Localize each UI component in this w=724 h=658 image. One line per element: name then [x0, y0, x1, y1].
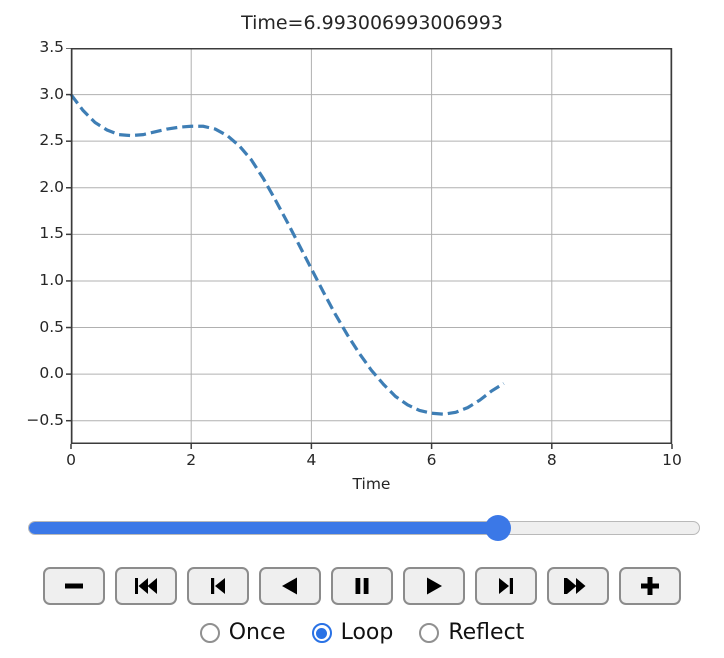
radio-option-label: Once — [228, 620, 286, 645]
skip-to-start-icon — [135, 578, 157, 594]
playback-mode-radio-group: Once Loop Reflect — [0, 615, 724, 651]
radio-option-label: Reflect — [448, 620, 525, 645]
radio-button-icon[interactable] — [419, 623, 440, 643]
y-tick-label: 1.0 — [39, 270, 64, 289]
axes-canvas — [66, 48, 673, 449]
radio-option-loop[interactable]: Loop — [311, 620, 394, 645]
radio-button-icon[interactable] — [199, 623, 220, 643]
skip-to-end-icon — [564, 578, 586, 594]
play-backward-icon — [282, 577, 297, 595]
play-backward-button[interactable] — [259, 567, 321, 605]
y-tick-label: 0.0 — [39, 364, 64, 383]
x-axis-label: Time — [352, 475, 391, 493]
matplotlib-figure: Time=6.993006993006993 −0.5 0.0 0.5 1.0 1.5 2… — [0, 0, 724, 500]
y-tick-label: 2.0 — [39, 177, 64, 196]
increase-button[interactable] — [619, 567, 681, 605]
fast-forward-button[interactable] — [547, 567, 609, 605]
pause-icon — [355, 578, 369, 594]
decrease-button[interactable] — [43, 567, 105, 605]
minus-icon — [65, 583, 83, 589]
radio-option-reflect[interactable]: Reflect — [419, 622, 524, 644]
plus-icon — [641, 577, 659, 595]
x-tick-label: 8 — [546, 451, 557, 469]
step-back-button[interactable] — [187, 567, 249, 605]
play-forward-button[interactable] — [403, 567, 465, 605]
x-tick-label: 4 — [306, 451, 317, 469]
step-forward-icon — [499, 578, 513, 594]
animation-controls — [0, 565, 724, 607]
rewind-start-button[interactable] — [115, 567, 177, 605]
step-forward-button[interactable] — [475, 567, 537, 605]
y-tick-label: 3.0 — [39, 84, 64, 103]
time-slider-thumb[interactable] — [484, 515, 511, 541]
y-tick-label: 2.5 — [39, 131, 64, 150]
y-tick-label: 0.5 — [39, 317, 64, 336]
pause-button[interactable] — [331, 567, 393, 605]
time-slider-fill — [29, 522, 498, 534]
time-slider-track[interactable] — [28, 521, 700, 535]
radio-button-icon[interactable] — [311, 623, 332, 643]
plot-title: Time=6.993006993006993 — [241, 12, 503, 34]
y-tick-label: −0.5 — [26, 410, 64, 429]
radio-option-once[interactable]: Once — [199, 620, 286, 645]
y-tick-label: 3.5 — [39, 38, 64, 56]
x-tick-label: 0 — [66, 451, 76, 469]
x-tick-label: 10 — [662, 451, 682, 469]
y-tick-label: 1.5 — [39, 224, 64, 243]
step-backward-icon — [211, 578, 225, 594]
radio-option-label: Loop — [340, 620, 394, 645]
x-tick-label: 2 — [186, 451, 197, 469]
play-forward-icon — [427, 577, 442, 595]
plot-axes — [57, 48, 673, 449]
x-tick-label: 6 — [426, 451, 437, 469]
time-slider-row[interactable] — [0, 505, 724, 551]
